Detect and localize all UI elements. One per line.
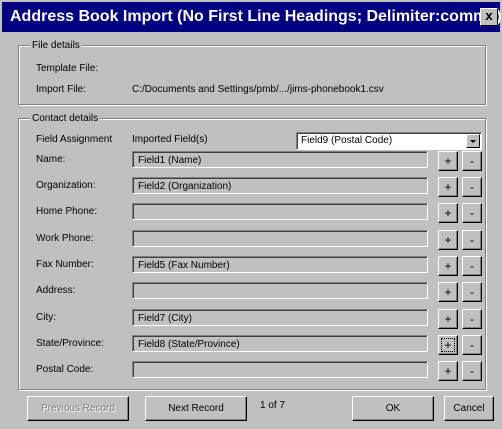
remove-button-organization[interactable]: - xyxy=(462,177,482,197)
add-button-work-phone[interactable]: + xyxy=(438,230,458,250)
imported-field-select[interactable]: Field9 (Postal Code) xyxy=(296,132,482,150)
imported-fields-header: Imported Field(s) xyxy=(132,134,208,145)
add-button-state-province[interactable]: + xyxy=(438,335,458,355)
add-button-postal-code[interactable]: + xyxy=(438,361,458,381)
contact-details-legend: Contact details xyxy=(30,113,101,124)
next-record-button[interactable]: Next Record xyxy=(145,396,247,421)
row-field-organization[interactable]: Field2 (Organization) xyxy=(132,177,428,194)
remove-button-home-phone[interactable]: - xyxy=(462,203,482,223)
row-label-state-province: State/Province: xyxy=(36,338,104,349)
row-field-state-province[interactable]: Field8 (State/Province) xyxy=(132,335,428,352)
record-position: 1 of 7 xyxy=(260,400,286,411)
title-bar[interactable]: Address Book Import (No First Line Headi… xyxy=(2,2,502,32)
import-file-label: Import File: xyxy=(36,84,87,95)
previous-record-button[interactable]: Previous Record xyxy=(27,396,129,421)
selected-field-value: Field9 (Postal Code) xyxy=(301,135,393,146)
row-field-name[interactable]: Field1 (Name) xyxy=(132,151,428,168)
file-details-legend: File details xyxy=(30,40,82,51)
add-button-name[interactable]: + xyxy=(438,151,458,171)
row-field-fax-number[interactable]: Field5 (Fax Number) xyxy=(132,256,428,273)
remove-button-address[interactable]: - xyxy=(462,282,482,302)
row-field-address[interactable] xyxy=(132,282,428,299)
row-field-postal-code[interactable] xyxy=(132,361,428,378)
remove-button-work-phone[interactable]: - xyxy=(462,230,482,250)
ok-button[interactable]: OK xyxy=(352,396,434,421)
template-file-label: Template File: xyxy=(36,63,99,74)
cancel-button[interactable]: Cancel xyxy=(444,396,494,421)
close-icon[interactable]: x xyxy=(480,8,498,26)
add-button-fax-number[interactable]: + xyxy=(438,256,458,276)
field-assignment-header: Field Assignment xyxy=(36,134,113,145)
row-field-home-phone[interactable] xyxy=(132,203,428,220)
file-details-group xyxy=(18,45,486,105)
import-dialog: Address Book Import (No First Line Headi… xyxy=(0,0,502,429)
row-label-organization: Organization: xyxy=(36,180,96,191)
remove-button-state-province[interactable]: - xyxy=(462,335,482,355)
add-button-organization[interactable]: + xyxy=(438,177,458,197)
row-label-address: Address: xyxy=(36,285,76,296)
row-label-city: City: xyxy=(36,312,56,323)
add-button-home-phone[interactable]: + xyxy=(438,203,458,223)
row-label-fax-number: Fax Number: xyxy=(36,259,94,270)
row-field-city[interactable]: Field7 (City) xyxy=(132,309,428,326)
import-file-path: C:/Documents and Settings/pmb/.../jims-p… xyxy=(132,84,384,95)
row-label-postal-code: Postal Code: xyxy=(36,364,94,375)
window-title: Address Book Import (No First Line Headi… xyxy=(10,8,502,25)
remove-button-postal-code[interactable]: - xyxy=(462,361,482,381)
remove-button-name[interactable]: - xyxy=(462,151,482,171)
row-field-work-phone[interactable] xyxy=(132,230,428,247)
row-label-home-phone: Home Phone: xyxy=(36,206,98,217)
remove-button-city[interactable]: - xyxy=(462,309,482,329)
row-label-name: Name: xyxy=(36,154,66,165)
add-button-address[interactable]: + xyxy=(438,282,458,302)
row-label-work-phone: Work Phone: xyxy=(36,233,94,244)
add-button-city[interactable]: + xyxy=(438,309,458,329)
chevron-down-icon[interactable] xyxy=(466,134,480,148)
remove-button-fax-number[interactable]: - xyxy=(462,256,482,276)
